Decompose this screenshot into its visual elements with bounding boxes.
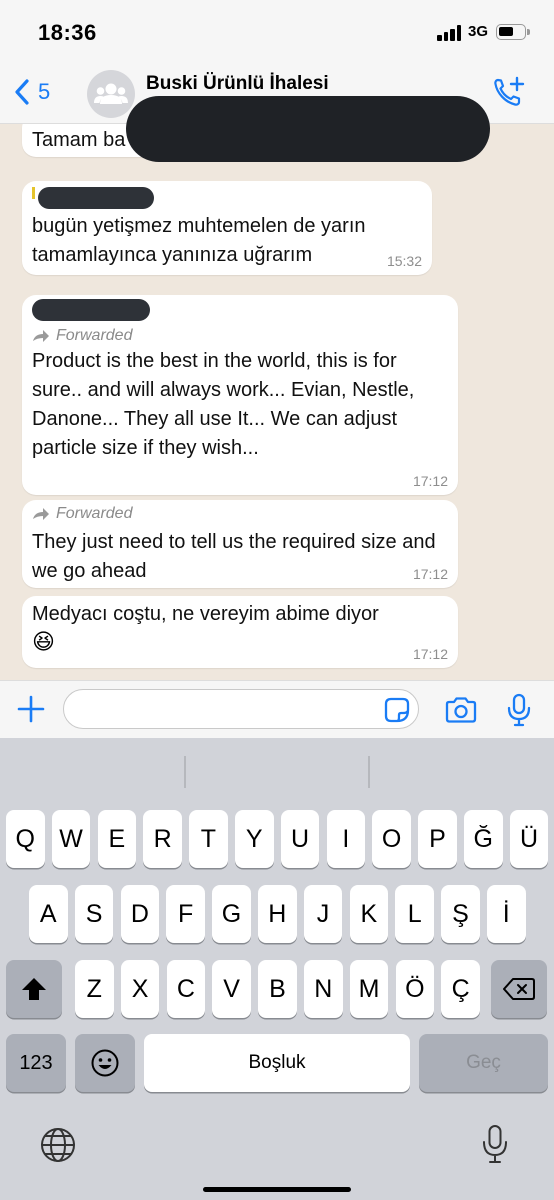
key-ç[interactable]: Ç [441, 960, 480, 1018]
message-time: 15:32 [386, 253, 422, 269]
return-key[interactable]: Geç [419, 1034, 548, 1092]
sender-name-redacted [32, 299, 150, 321]
forwarded-text: Forwarded [56, 327, 133, 344]
add-call-button[interactable] [492, 76, 526, 115]
redaction-overlay [126, 96, 490, 162]
battery-icon [496, 24, 530, 40]
key-w[interactable]: W [51, 810, 91, 868]
message-text: Product is the best in the world, this i… [32, 350, 415, 459]
emoji-key[interactable] [75, 1034, 135, 1092]
key-j[interactable]: J [303, 885, 343, 943]
key-u[interactable]: U [280, 810, 320, 868]
unread-count: 5 [38, 79, 51, 104]
globe-button[interactable] [39, 1126, 77, 1169]
emoji-icon [91, 1049, 119, 1077]
message-text: bugün yetişmez muhtemelen de yarın tamam… [32, 215, 366, 266]
key-c[interactable]: C [166, 960, 206, 1018]
key-q[interactable]: Q [6, 810, 45, 868]
key-o[interactable]: O [372, 810, 411, 868]
key-y[interactable]: Y [235, 810, 274, 868]
key-ö[interactable]: Ö [395, 960, 435, 1018]
key-h[interactable]: H [258, 885, 297, 943]
group-avatar[interactable] [87, 70, 135, 118]
sticker-icon [384, 697, 410, 723]
status-bar: 18:36 3G [0, 0, 554, 62]
key-f[interactable]: F [166, 885, 205, 943]
message-text: They just need to tell us the required s… [32, 531, 436, 582]
back-button[interactable]: 5 [14, 78, 50, 106]
key-e[interactable]: E [97, 810, 137, 868]
home-indicator [203, 1187, 351, 1192]
status-time: 18:36 [38, 20, 97, 45]
phone-plus-icon [494, 76, 525, 106]
message-time: 17:12 [412, 566, 448, 582]
chevron-left-icon [15, 79, 29, 105]
message-text: Medyacı coştu, ne vereyim abime diyor [32, 603, 379, 625]
key-l[interactable]: L [395, 885, 434, 943]
forward-arrow-icon [33, 508, 49, 520]
network-type: 3G [468, 23, 489, 40]
key-z[interactable]: Z [75, 960, 114, 1018]
emoji-laughing: 😆 [32, 629, 55, 654]
key-ğ[interactable]: Ğ [464, 810, 503, 868]
message-bubble[interactable]: bugün yetişmez muhtemelen de yarın tamam… [22, 181, 432, 275]
space-key[interactable]: Boşluk [144, 1034, 410, 1092]
chat-area[interactable]: Tamam ba bugün yetişmez muhtemelen de ya… [0, 124, 554, 680]
microphone-icon [483, 1125, 507, 1163]
sticker-button[interactable] [384, 697, 410, 728]
keyboard: QWERTYUIOPĞÜ ASDFGHJKLŞİ ZXCVBNMÖÇ 123 B… [0, 738, 554, 1200]
key-i[interactable]: I [326, 810, 366, 868]
message-text: Tamam ba [32, 129, 126, 151]
delete-key[interactable] [491, 960, 547, 1018]
key-n[interactable]: N [304, 960, 343, 1018]
key-v[interactable]: V [212, 960, 251, 1018]
key-ş[interactable]: Ş [441, 885, 480, 943]
key-r[interactable]: R [143, 810, 182, 868]
chat-title[interactable]: Buski Ürünlü İhalesi [146, 73, 329, 95]
message-time: 17:12 [412, 473, 448, 489]
backspace-icon [503, 978, 535, 1000]
message-input-bar [0, 680, 554, 738]
attach-button[interactable] [16, 694, 46, 729]
key-k[interactable]: K [349, 885, 389, 943]
message-bubble[interactable]: Medyacı coştu, ne vereyim abime diyor 😆 … [22, 596, 458, 668]
key-x[interactable]: X [120, 960, 160, 1018]
key-s[interactable]: S [74, 885, 114, 943]
shift-key[interactable] [6, 960, 62, 1018]
plus-icon [17, 695, 45, 723]
key-t[interactable]: T [189, 810, 228, 868]
sender-name-redacted [38, 187, 154, 209]
globe-icon [41, 1128, 75, 1162]
forwarded-label: Forwarded [32, 327, 132, 345]
key-ü[interactable]: Ü [509, 810, 549, 868]
message-input[interactable] [63, 689, 419, 729]
suggestion-divider [184, 756, 186, 788]
key-i̇[interactable]: İ [487, 885, 526, 943]
camera-icon [445, 697, 477, 723]
sender-name-redacted [32, 187, 35, 199]
forward-arrow-icon [33, 330, 49, 342]
numbers-key[interactable]: 123 [6, 1034, 66, 1092]
dictation-button[interactable] [482, 1124, 508, 1169]
message-bubble[interactable]: Forwarded They just need to tell us the … [22, 500, 458, 588]
group-icon [94, 83, 128, 104]
message-bubble[interactable]: Forwarded Product is the best in the wor… [22, 295, 458, 495]
message-time: 17:12 [412, 646, 448, 662]
key-g[interactable]: G [212, 885, 251, 943]
forwarded-label: Forwarded [32, 505, 132, 523]
key-p[interactable]: P [418, 810, 457, 868]
key-d[interactable]: D [120, 885, 160, 943]
microphone-icon [507, 693, 531, 727]
signal-icon [437, 25, 463, 41]
suggestion-divider [368, 756, 370, 788]
shift-icon [22, 978, 46, 1000]
key-m[interactable]: M [349, 960, 389, 1018]
key-a[interactable]: A [29, 885, 68, 943]
key-b[interactable]: B [258, 960, 297, 1018]
camera-button[interactable] [444, 696, 478, 729]
microphone-button[interactable] [506, 693, 532, 732]
forwarded-text: Forwarded [56, 505, 133, 522]
